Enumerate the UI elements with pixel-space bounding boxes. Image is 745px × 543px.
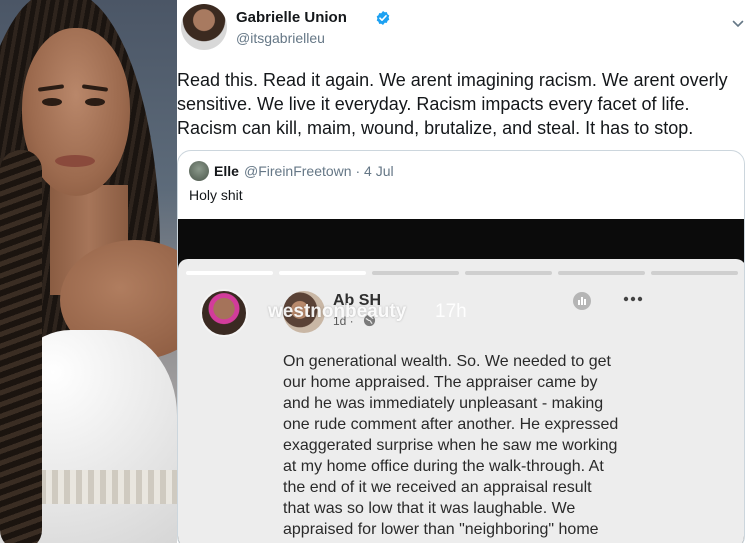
quoted-tweet-text: Holy shit — [189, 187, 243, 203]
tweet-text: Read this. Read it again. We arent imagi… — [177, 70, 728, 138]
story-progress-segment — [279, 271, 366, 275]
portrait-photo — [0, 0, 177, 543]
quoted-media[interactable]: Ab SH 1d · westnonbeauty 17h On generati… — [178, 219, 744, 543]
photo-braid — [0, 150, 42, 543]
story-progress-segment — [372, 271, 459, 275]
story-time: 17h — [435, 301, 467, 322]
story-progress-segment — [558, 271, 645, 275]
insights-icon — [573, 292, 591, 310]
post-text: On generational wealth. So. We needed to… — [283, 353, 619, 538]
verified-badge-icon — [376, 11, 390, 25]
story-screenshot: Ab SH 1d · westnonbeauty 17h On generati… — [178, 259, 744, 543]
quoted-author-avatar — [189, 161, 209, 181]
story-username: westnonbeauty — [268, 301, 407, 322]
chevron-down-icon[interactable] — [732, 18, 744, 30]
more-icon — [623, 296, 643, 302]
author-name[interactable]: Gabrielle Union — [236, 9, 347, 26]
story-progress-segment — [186, 271, 273, 275]
story-progress — [186, 271, 738, 275]
photo-eye — [85, 98, 105, 106]
photo-eye — [42, 98, 62, 106]
photo-lips — [55, 155, 95, 167]
author-handle[interactable]: @itsgabrielleu — [236, 30, 325, 46]
story-progress-segment — [651, 271, 738, 275]
author-avatar[interactable] — [181, 4, 227, 50]
quoted-tweet[interactable]: Elle @FireinFreetown · 4 Jul Holy shit A… — [177, 150, 745, 543]
quoted-author-handle: @FireinFreetown · 4 Jul — [244, 163, 394, 179]
story-user-avatar — [200, 289, 248, 337]
tweet-card: Gabrielle Union @itsgabrielleu Read this… — [177, 0, 745, 543]
photo-belt — [40, 470, 177, 504]
story-progress-segment — [465, 271, 552, 275]
quoted-author-name: Elle — [214, 163, 239, 179]
